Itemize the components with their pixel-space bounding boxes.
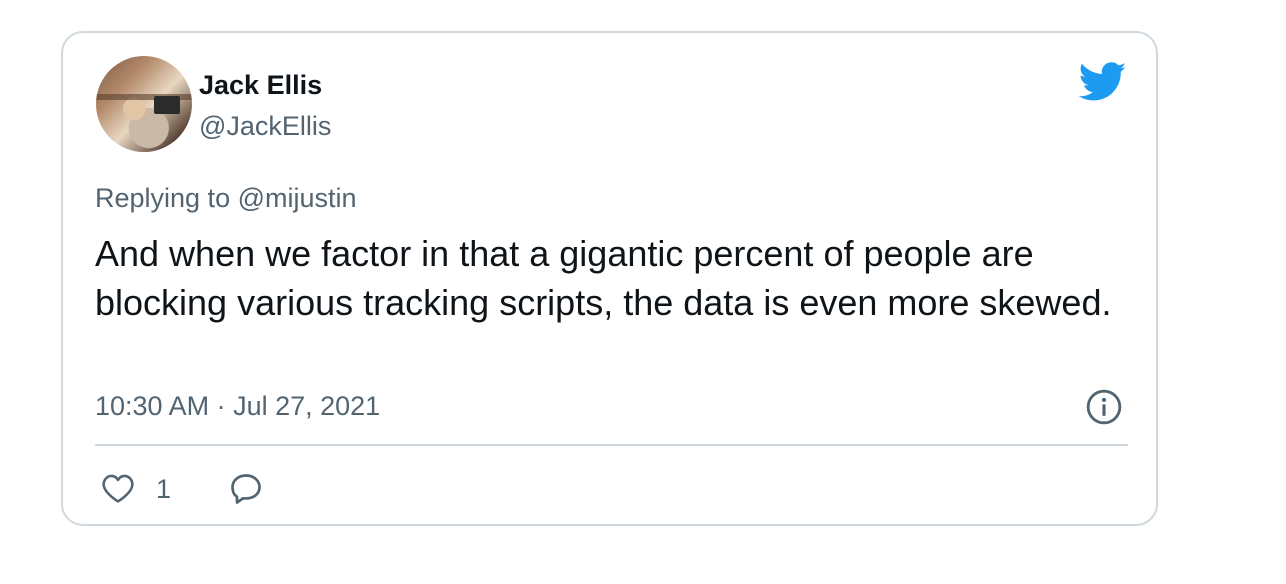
replying-to-label: Replying to <box>95 183 238 213</box>
info-icon[interactable] <box>1085 388 1123 426</box>
tweet-card: Jack Ellis @JackEllis Replying to @mijus… <box>61 31 1158 526</box>
speech-bubble-icon[interactable] <box>228 471 264 507</box>
heart-icon[interactable] <box>101 472 135 504</box>
reply-mention-link[interactable]: @mijustin <box>238 183 357 213</box>
like-count: 1 <box>156 474 172 504</box>
author-handle[interactable]: @JackEllis <box>199 111 331 142</box>
author-name[interactable]: Jack Ellis <box>199 70 322 101</box>
divider <box>95 444 1128 446</box>
replying-to: Replying to @mijustin <box>95 183 357 214</box>
tweet-timestamp[interactable]: 10:30 AM · Jul 27, 2021 <box>95 391 380 422</box>
twitter-bird-icon[interactable] <box>1079 62 1127 102</box>
avatar[interactable] <box>96 56 192 152</box>
tweet-text: And when we factor in that a gigantic pe… <box>95 233 1112 323</box>
